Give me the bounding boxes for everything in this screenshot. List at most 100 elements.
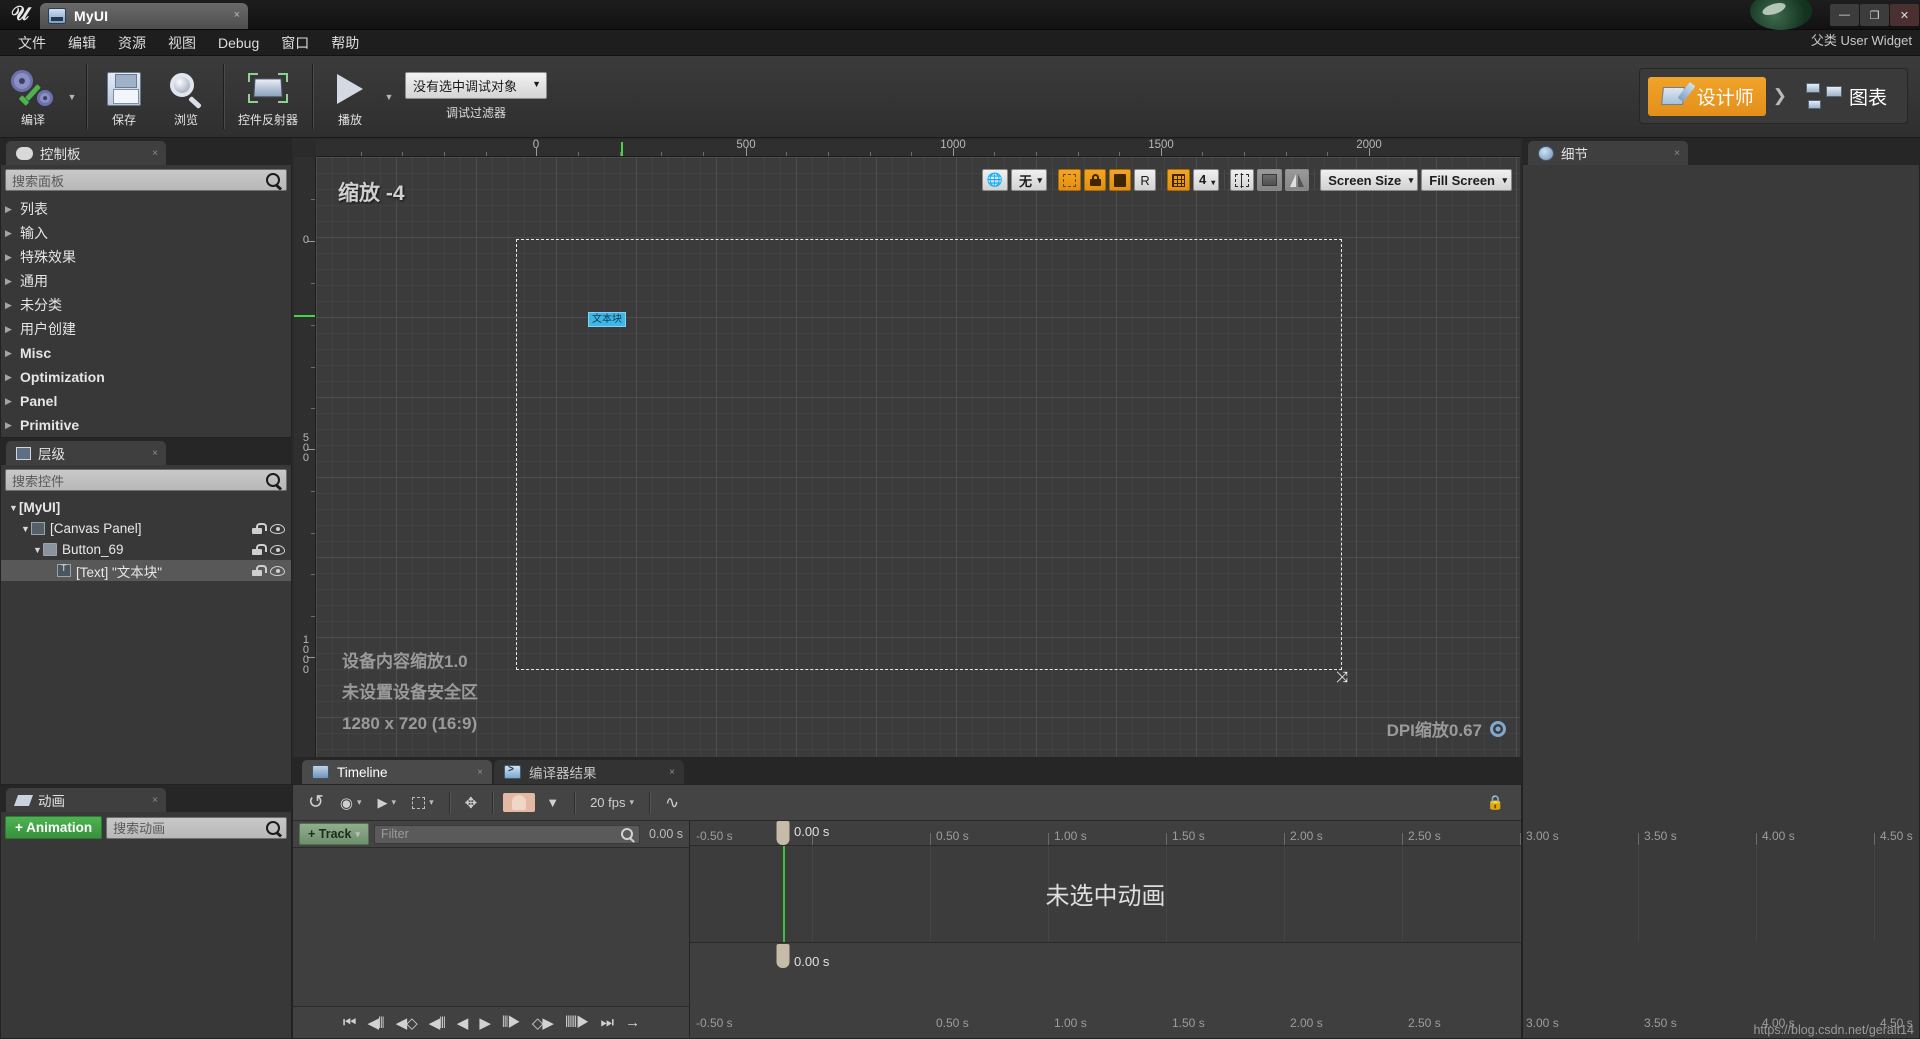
tree-item-button-69[interactable]: ▼ Button_69	[1, 539, 291, 560]
palette-category-primitive[interactable]: ▶Primitive	[1, 413, 291, 437]
localization-dropdown[interactable]: 无 ▾	[1011, 169, 1047, 191]
play-reverse-button[interactable]: ◀	[456, 1014, 469, 1032]
text-widget-on-canvas[interactable]: 文本块	[588, 312, 626, 327]
widget-icon[interactable]	[1109, 169, 1131, 191]
save-button[interactable]: 保存	[93, 56, 155, 137]
track-filter-input[interactable]: Filter	[374, 825, 640, 844]
step-forward-frames-button[interactable]: ⦀⦀▶	[564, 1014, 590, 1031]
tab-timeline[interactable]: Timeline ×	[302, 760, 492, 784]
add-animation-button[interactable]: + Animation	[5, 816, 102, 839]
lock-icon[interactable]	[1084, 169, 1106, 191]
menu-item-edit[interactable]: 编辑	[58, 30, 106, 56]
eye-icon[interactable]	[270, 566, 285, 576]
tab-palette[interactable]: 控制板 ×	[6, 141, 166, 165]
step-back-frames-button[interactable]: ◀⦀	[366, 1014, 384, 1032]
browse-button[interactable]: 浏览	[155, 56, 217, 137]
vertical-ruler[interactable]: 0 500 1000	[294, 157, 316, 757]
image-icon[interactable]	[1257, 169, 1282, 191]
expand-arrow-icon[interactable]: ▼	[9, 503, 19, 513]
widget-reflector-button[interactable]: 控件反射器	[230, 56, 306, 137]
resize-handle-icon[interactable]: ⤨	[1336, 669, 1352, 685]
close-window-button[interactable]: ✕	[1890, 4, 1919, 26]
details-body[interactable]	[1522, 165, 1920, 1039]
expand-arrow-icon[interactable]: ▼	[33, 545, 43, 555]
animation-search-input[interactable]: 搜索动画	[106, 817, 287, 839]
palette-category-misc[interactable]: ▶Misc	[1, 341, 291, 365]
mirror-icon[interactable]	[1285, 169, 1309, 191]
visibility-options-button[interactable]: ◉ ▾	[335, 791, 367, 815]
palette-category-input[interactable]: ▶输入	[1, 221, 291, 245]
expand-arrow-icon[interactable]: ▼	[21, 524, 31, 534]
track-list[interactable]	[293, 848, 689, 1006]
palette-search-input[interactable]: 搜索面板	[5, 169, 287, 191]
previous-key-button[interactable]: ◀◇	[395, 1014, 418, 1032]
playback-options-button[interactable]: ▶ ▾	[373, 792, 402, 814]
palette-category-common[interactable]: ▶通用	[1, 269, 291, 293]
close-icon[interactable]: ×	[152, 148, 158, 159]
tab-hierarchy[interactable]: 层级 ×	[6, 441, 166, 465]
selection-options-button[interactable]: ▾	[407, 794, 439, 812]
close-icon[interactable]: ×	[234, 9, 240, 21]
eye-icon[interactable]	[270, 545, 285, 555]
lock-icon[interactable]	[252, 544, 262, 555]
play-forward-button[interactable]: ▶	[478, 1014, 491, 1032]
menu-item-file[interactable]: 文件	[8, 30, 56, 56]
dashed-box-icon[interactable]	[1058, 169, 1081, 191]
step-forward-button[interactable]: ⦀▶	[501, 1014, 521, 1031]
fill-screen-dropdown[interactable]: Fill Screen ▾	[1421, 169, 1512, 191]
palette-category-special-effects[interactable]: ▶特殊效果	[1, 245, 291, 269]
grid-icon[interactable]	[1167, 169, 1190, 191]
playhead-handle[interactable]	[777, 821, 790, 845]
horizontal-ruler[interactable]: 0 500 1000 1500 2000	[316, 140, 1520, 157]
palette-category-user-created[interactable]: ▶用户创建	[1, 317, 291, 341]
close-icon[interactable]: ×	[477, 767, 483, 778]
design-canvas[interactable]: 缩放 -4 🌐 无 ▾	[316, 157, 1520, 757]
step-back-button[interactable]: ◀⦀	[428, 1014, 446, 1032]
jump-to-end-button[interactable]: ⏭	[600, 1014, 615, 1031]
palette-category-list[interactable]: ▶列表	[1, 197, 291, 221]
tab-graph[interactable]: 图表	[1794, 77, 1899, 116]
menu-item-window[interactable]: 窗口	[271, 30, 319, 56]
hierarchy-search-input[interactable]: 搜索控件	[5, 469, 287, 491]
tree-item-text-block[interactable]: [Text] "文本块"	[1, 560, 291, 581]
screen-size-dropdown[interactable]: Screen Size ▾	[1320, 169, 1418, 191]
document-tab-myui[interactable]: MyUI ×	[40, 3, 248, 29]
menu-item-view[interactable]: 视图	[158, 30, 206, 56]
compile-button[interactable]: 编译	[2, 56, 64, 137]
close-icon[interactable]: ×	[152, 448, 158, 459]
globe-icon[interactable]: 🌐	[982, 169, 1008, 191]
tab-animations[interactable]: 动画 ×	[6, 788, 166, 812]
palette-category-optimization[interactable]: ▶Optimization	[1, 365, 291, 389]
tab-designer[interactable]: 设计师	[1648, 77, 1766, 116]
menu-item-debug[interactable]: Debug	[208, 32, 269, 54]
keyframe-options-chevron-down-icon[interactable]: ▼	[541, 792, 564, 813]
close-icon[interactable]: ×	[152, 795, 158, 806]
rotation-toggle-button[interactable]: R	[1134, 169, 1156, 191]
palette-category-panel[interactable]: ▶Panel	[1, 389, 291, 413]
debug-object-dropdown[interactable]: 没有选中调试对象 ▼	[405, 72, 547, 99]
grid-snap-dropdown[interactable]: 4 ▾	[1193, 169, 1219, 191]
revert-icon[interactable]: ↺	[303, 788, 329, 817]
lock-icon[interactable]	[252, 523, 262, 534]
close-icon[interactable]: ×	[669, 767, 675, 778]
menu-item-asset[interactable]: 资源	[108, 30, 156, 56]
eye-icon[interactable]	[270, 524, 285, 534]
play-options-chevron-down-icon[interactable]: ▼	[381, 56, 397, 137]
maximize-button[interactable]: ❐	[1860, 4, 1889, 26]
minimize-button[interactable]: —	[1830, 4, 1859, 26]
fps-dropdown[interactable]: 20 fps ▾	[585, 792, 639, 813]
curve-editor-icon[interactable]: ∿	[660, 790, 684, 816]
timeline-ruler-top[interactable]: -0.50 s 0.50 s 1.00 s 1.50 s 2.00 s 2.50…	[690, 821, 1521, 846]
palette-category-uncategorized[interactable]: ▶未分类	[1, 293, 291, 317]
tree-item-canvas-panel[interactable]: ▼ [Canvas Panel]	[1, 518, 291, 539]
lock-icon[interactable]: 🔒	[1482, 791, 1509, 814]
jump-to-start-button[interactable]: ⏮	[342, 1014, 357, 1031]
lock-icon[interactable]	[252, 565, 262, 576]
add-track-button[interactable]: + Track ▾	[299, 823, 369, 845]
tab-compiler-results[interactable]: 编译器结果 ×	[494, 760, 684, 784]
tab-details[interactable]: 细节 ×	[1528, 141, 1688, 165]
next-key-button[interactable]: ◇▶	[531, 1014, 554, 1032]
play-button[interactable]: 播放	[319, 56, 381, 137]
close-icon[interactable]: ×	[1674, 148, 1680, 159]
keyframe-icon[interactable]	[503, 793, 535, 812]
